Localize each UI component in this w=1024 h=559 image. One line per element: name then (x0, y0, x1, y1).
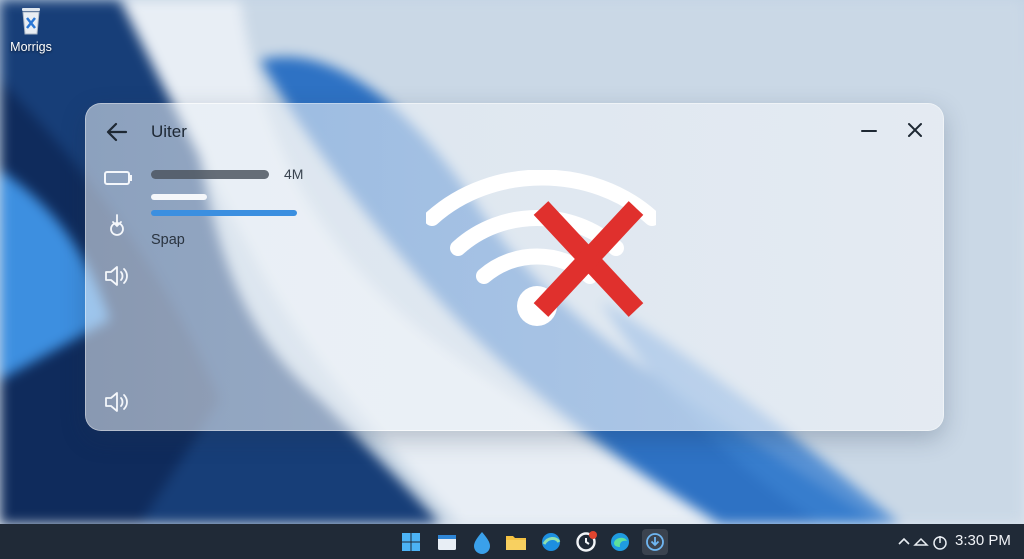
minimize-button[interactable] (856, 119, 882, 143)
battery-icon[interactable] (102, 164, 134, 192)
folder-button[interactable] (503, 529, 529, 555)
recycle-bin-icon (16, 4, 46, 36)
wifi-disconnected-icon (424, 169, 660, 330)
usage-bar (151, 170, 269, 179)
taskbar: 3:30 PM (0, 524, 1024, 559)
minimize-icon (861, 130, 877, 132)
item-label: Spap (151, 232, 185, 248)
download-icon (646, 533, 664, 551)
close-button[interactable] (902, 119, 928, 143)
volume-icon[interactable] (102, 262, 134, 290)
back-button[interactable] (104, 120, 130, 144)
back-arrow-icon (106, 122, 128, 142)
power-icon[interactable] (102, 212, 134, 240)
notification-badge (589, 531, 597, 539)
folder-icon (506, 536, 526, 550)
panel-title: Uiter (151, 122, 187, 141)
clock-app-button[interactable] (573, 529, 599, 555)
file-explorer-button[interactable] (434, 529, 460, 555)
taskbar-clock[interactable]: 3:30 PM (955, 532, 1011, 549)
volume-icon[interactable] (102, 388, 134, 416)
desktop-icon-recycle-bin[interactable]: Morrigs (6, 4, 56, 54)
edge-icon (611, 533, 629, 551)
size-label: 4M (284, 166, 304, 182)
network-panel: Uiter 4M Spap (85, 103, 944, 431)
network-icon[interactable] (912, 533, 930, 551)
timer-icon[interactable] (931, 533, 949, 551)
desktop-icon-label: Morrigs (10, 40, 52, 54)
secondary-bar (151, 194, 207, 200)
app-icon (474, 532, 490, 554)
start-icon (402, 533, 420, 551)
browser-icon (542, 533, 561, 551)
edge-button[interactable] (607, 529, 633, 555)
start-button[interactable] (398, 529, 424, 555)
progress-bar (151, 210, 297, 216)
close-icon (908, 123, 922, 137)
file-explorer-icon (438, 535, 456, 550)
download-button[interactable] (642, 529, 668, 555)
clock-app-icon (576, 531, 597, 552)
chevron-up-icon[interactable] (895, 533, 913, 551)
app-button[interactable] (469, 529, 495, 555)
browser-button[interactable] (538, 529, 564, 555)
